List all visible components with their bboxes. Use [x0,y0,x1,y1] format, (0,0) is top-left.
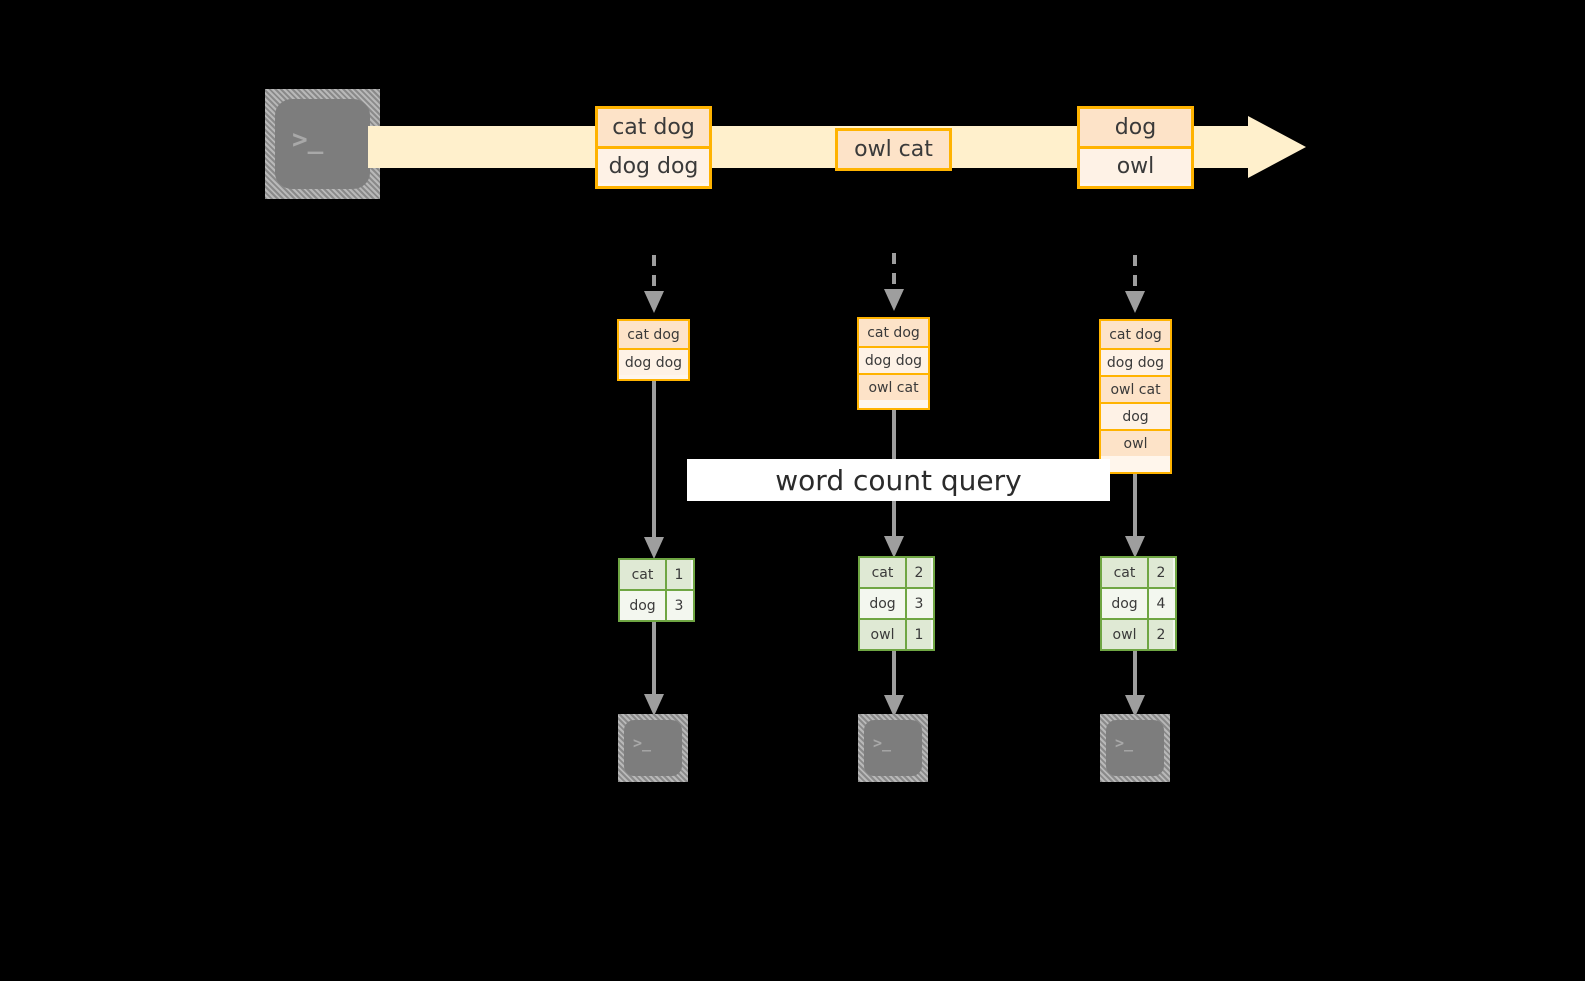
consumer-terminal-1[interactable]: >_ [618,714,688,782]
stream-event-1-row-1: cat dog [598,109,709,146]
result-value: 3 [905,589,931,618]
dashed-connector-2 [880,253,908,315]
dashed-connector-1 [640,255,668,317]
result-table-2-row-1: cat 2 [860,558,933,587]
result-table-1-row-2: dog 3 [620,589,693,620]
snapshot-3-row-5: owl [1101,429,1170,456]
result-table-3-row-3: owl 2 [1102,618,1175,649]
result-key: owl [1102,620,1147,649]
result-table-3[interactable]: cat 2 dog 4 owl 2 [1100,556,1177,651]
terminal-prompt-icon: >_ [633,734,652,752]
result-key: dog [620,591,665,620]
result-value: 1 [905,620,931,649]
result-key: cat [860,558,905,587]
terminal-prompt-icon: >_ [292,125,324,155]
stream-event-2-row-1: owl cat [838,131,949,168]
result-value: 3 [665,591,691,620]
result-key: dog [860,589,905,618]
output-connector-1 [640,622,668,718]
result-value: 2 [1147,558,1173,587]
result-value: 2 [905,558,931,587]
stream-event-1-row-2: dog dog [598,146,709,183]
dashed-connector-3 [1121,255,1149,317]
result-table-3-row-2: dog 4 [1102,587,1175,618]
snapshot-3-row-3: owl cat [1101,375,1170,402]
snapshot-1-row-1: cat dog [619,321,688,348]
stream-event-3-row-1: dog [1080,109,1191,146]
snapshot-3-row-1: cat dog [1101,321,1170,348]
terminal-prompt-icon: >_ [1115,734,1134,752]
producer-terminal[interactable]: >_ [265,89,380,199]
stream-event-3-row-2: owl [1080,146,1191,183]
query-connector-1 [640,381,668,561]
result-key: cat [620,560,665,589]
result-value: 4 [1147,589,1173,618]
snapshot-2-row-2: dog dog [859,346,928,373]
output-connector-2 [880,651,908,719]
snapshot-2[interactable]: cat dog dog dog owl cat [857,317,930,410]
snapshot-3-row-2: dog dog [1101,348,1170,375]
result-table-1-row-1: cat 1 [620,560,693,589]
query-label-text: word count query [775,463,1022,497]
result-key: dog [1102,589,1147,618]
query-label-banner: word count query [687,459,1110,501]
consumer-terminal-2[interactable]: >_ [858,714,928,782]
snapshot-1-row-2: dog dog [619,348,688,375]
result-key: cat [1102,558,1147,587]
snapshot-2-row-3: owl cat [859,373,928,400]
result-value: 1 [665,560,691,589]
snapshot-1[interactable]: cat dog dog dog [617,319,690,381]
result-value: 2 [1147,620,1173,649]
diagram-canvas: >_ cat dog dog dog owl cat dog owl cat d… [0,0,1585,981]
consumer-terminal-3[interactable]: >_ [1100,714,1170,782]
stream-event-1[interactable]: cat dog dog dog [595,106,712,189]
result-table-2-row-3: owl 1 [860,618,933,649]
result-key: owl [860,620,905,649]
snapshot-3[interactable]: cat dog dog dog owl cat dog owl [1099,319,1172,474]
terminal-prompt-icon: >_ [873,734,892,752]
result-table-1[interactable]: cat 1 dog 3 [618,558,695,622]
result-table-3-row-1: cat 2 [1102,558,1175,587]
result-table-2[interactable]: cat 2 dog 3 owl 1 [858,556,935,651]
output-connector-3 [1121,651,1149,719]
snapshot-2-row-1: cat dog [859,319,928,346]
result-table-2-row-2: dog 3 [860,587,933,618]
stream-event-3[interactable]: dog owl [1077,106,1194,189]
query-connector-3 [1121,474,1149,560]
snapshot-3-row-4: dog [1101,402,1170,429]
stream-event-2[interactable]: owl cat [835,128,952,171]
